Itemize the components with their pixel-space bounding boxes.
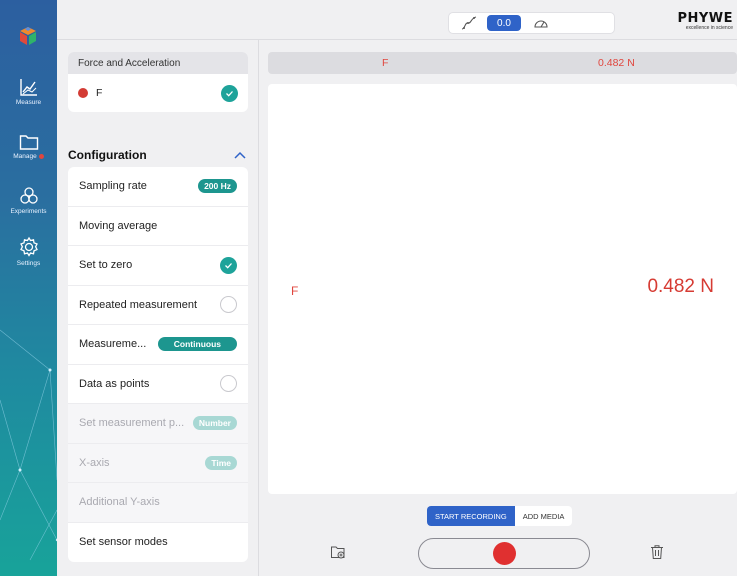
tab-add-media[interactable]: ADD MEDIA xyxy=(515,506,573,526)
record-button[interactable] xyxy=(418,538,590,569)
save-folder-icon[interactable] xyxy=(330,544,346,560)
app-logo-icon xyxy=(20,27,36,45)
config-label: Sampling rate xyxy=(79,180,147,193)
checkmark-icon xyxy=(225,262,232,269)
display-mode-switch: 0.0 xyxy=(448,12,615,34)
channel-name: F xyxy=(96,87,103,99)
channel-bar-value: 0.482 N xyxy=(598,57,635,69)
config-repeated-measurement[interactable]: Repeated measurement xyxy=(68,286,248,325)
digital-display: F 0.482 N xyxy=(268,84,737,494)
nav-rail: Measure Manage Experiments Settings xyxy=(0,0,57,576)
graph-mode-button[interactable] xyxy=(457,15,481,31)
sampling-rate-badge[interactable]: 200 Hz xyxy=(198,179,237,194)
channel-bar-name: F xyxy=(382,57,389,69)
brand-name: PHYWE xyxy=(677,11,733,26)
gauge-mode-button[interactable] xyxy=(529,15,553,31)
channel-color-dot xyxy=(78,88,88,98)
config-measurement-mode[interactable]: Measureme... Continuous xyxy=(68,325,248,365)
brand-tagline: excellence in science xyxy=(685,25,733,31)
sensor-header: Force and Acceleration xyxy=(68,52,248,74)
repeated-measurement-checkbox[interactable] xyxy=(220,296,237,314)
digital-mode-button[interactable]: 0.0 xyxy=(487,15,521,31)
top-bar: 0.0 PHYWE excellence in science xyxy=(57,0,737,40)
config-sampling-rate[interactable]: Sampling rate 200 Hz xyxy=(68,167,248,207)
nav-item-settings[interactable]: Settings xyxy=(0,236,57,267)
config-set-to-zero[interactable]: Set to zero xyxy=(68,246,248,286)
trash-icon[interactable] xyxy=(650,544,664,560)
sensor-config-panel: Force and Acceleration F Configuration S… xyxy=(57,40,259,576)
configuration-title: Configuration xyxy=(68,148,147,162)
nav-item-manage[interactable]: Manage xyxy=(0,133,57,160)
notification-dot xyxy=(38,153,44,159)
config-set-measurement-points: Set measurement p... Number xyxy=(68,404,248,444)
measurement-area: F 0.482 N F 0.482 N START RECORDING ADD … xyxy=(260,40,737,576)
x-axis-badge: Time xyxy=(205,455,237,470)
experiments-icon xyxy=(19,187,38,204)
config-label: Data as points xyxy=(79,377,150,390)
sensor-channel-row[interactable]: F xyxy=(68,74,248,112)
nav-label-measure: Measure xyxy=(15,99,42,106)
gear-icon xyxy=(19,236,38,257)
graph-mode-icon xyxy=(461,16,477,30)
config-label: Repeated measurement xyxy=(79,298,198,311)
measurement-mode-badge[interactable]: Continuous xyxy=(157,337,237,352)
config-label: Set measurement p... xyxy=(79,417,185,430)
channel-checkbox[interactable] xyxy=(221,84,238,102)
config-label: X-axis xyxy=(79,456,110,469)
chevron-up-icon[interactable] xyxy=(234,151,246,159)
brand-logo: PHYWE excellence in science xyxy=(677,12,733,31)
config-data-as-points[interactable]: Data as points xyxy=(68,365,248,404)
display-value: 0.482 N xyxy=(647,276,714,297)
nav-item-experiments[interactable]: Experiments xyxy=(0,186,57,215)
config-additional-y-axis: Additional Y-axis xyxy=(68,483,248,523)
nav-label-settings: Settings xyxy=(16,260,41,267)
config-label: Set to zero xyxy=(79,259,133,272)
config-x-axis: X-axis Time xyxy=(68,443,248,483)
configuration-list: Sampling rate 200 Hz Moving average Set … xyxy=(68,167,248,562)
folder-icon xyxy=(19,135,38,150)
nav-label-experiments: Experiments xyxy=(10,208,47,215)
config-label: Measureme... xyxy=(79,338,147,351)
nav-label-manage: Manage xyxy=(13,153,37,160)
data-as-points-checkbox[interactable] xyxy=(220,375,237,393)
config-label: Additional Y-axis xyxy=(79,496,160,509)
display-channel-name: F xyxy=(291,284,299,298)
config-label: Moving average xyxy=(79,219,158,232)
config-moving-average[interactable]: Moving average xyxy=(68,207,248,246)
measurement-points-badge: Number xyxy=(192,416,237,431)
sensor-card: Force and Acceleration F xyxy=(68,52,248,112)
set-to-zero-checkbox[interactable] xyxy=(220,256,237,274)
tab-start-recording[interactable]: START RECORDING xyxy=(427,506,515,526)
measure-chart-icon xyxy=(19,79,37,96)
channel-value-bar: F 0.482 N xyxy=(268,52,737,74)
configuration-header[interactable]: Configuration xyxy=(68,148,248,162)
recording-controls xyxy=(260,538,737,570)
config-set-sensor-modes[interactable]: Set sensor modes xyxy=(68,523,248,563)
record-icon xyxy=(492,542,516,565)
nav-item-measure[interactable]: Measure xyxy=(0,77,57,106)
config-label: Set sensor modes xyxy=(79,536,168,549)
gauge-mode-icon xyxy=(534,20,548,28)
recording-tabs: START RECORDING ADD MEDIA xyxy=(427,506,573,526)
checkmark-icon xyxy=(226,90,233,97)
